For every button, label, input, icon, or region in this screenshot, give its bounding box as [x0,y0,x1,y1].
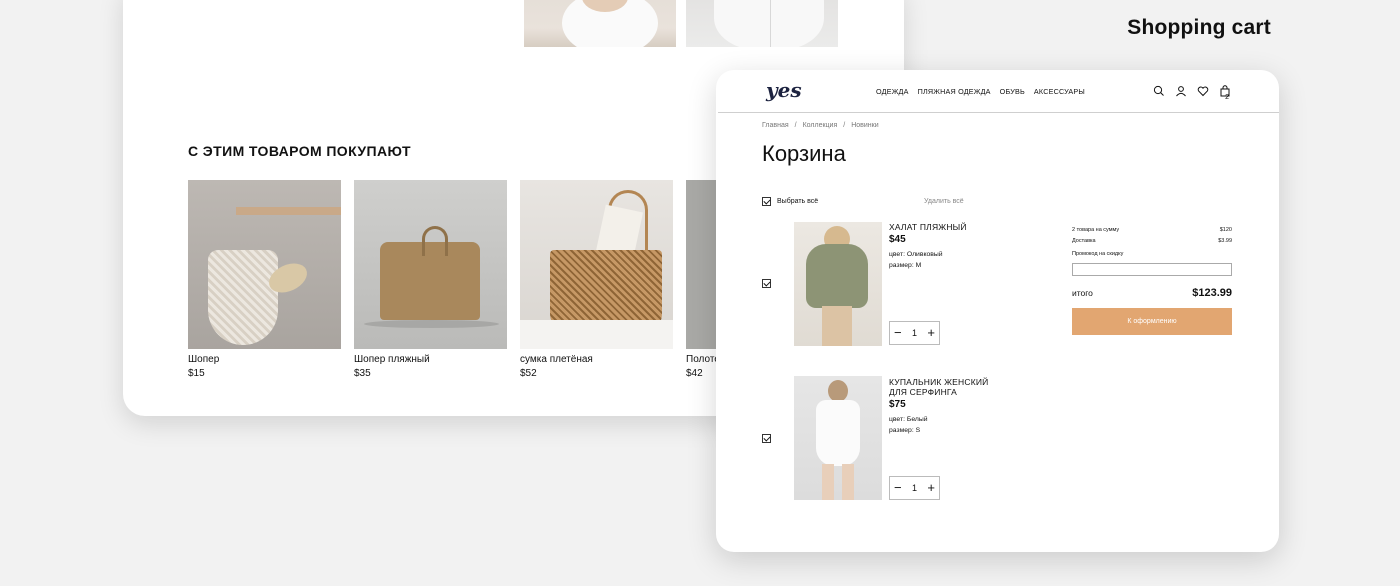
cart-count-badge: 2 [1225,94,1229,101]
heart-icon[interactable] [1196,84,1210,98]
select-all[interactable]: Выбрать всё [762,197,818,206]
item-checkbox[interactable] [762,279,771,288]
header-icons [1152,84,1232,98]
select-all-checkbox[interactable] [762,197,771,206]
cart-page-card: yes ОДЕЖДА ПЛЯЖНАЯ ОДЕЖДА ОБУВЬ АКСЕССУА… [716,70,1279,552]
user-icon[interactable] [1174,84,1188,98]
nav-item-clothing[interactable]: ОДЕЖДА [876,87,909,96]
item-size: размер: S [889,427,921,434]
select-all-label[interactable]: Выбрать всё [777,198,818,205]
main-nav: ОДЕЖДА ПЛЯЖНАЯ ОДЕЖДА ОБУВЬ АКСЕССУАРЫ [876,87,1085,96]
rec-item-wicker-bag[interactable]: сумка плетёная $52 [520,180,673,379]
page-heading: Shopping cart [1127,16,1271,39]
checkout-button[interactable]: К оформлению [1072,307,1232,335]
item-checkbox[interactable] [762,434,771,443]
quantity-value: 1 [911,328,917,338]
rec-image[interactable] [188,180,341,349]
item-name[interactable]: КУПАЛЬНИК ЖЕНСКИЙ ДЛЯ СЕРФИНГА [889,377,1009,397]
nav-item-beachwear[interactable]: ПЛЯЖНАЯ ОДЕЖДА [918,87,991,96]
item-price: $75 [889,399,906,410]
promo-label: Промокод на скидку [1072,251,1124,257]
rec-price: $15 [188,368,205,379]
product-photo-2[interactable] [686,0,838,47]
breadcrumb-home[interactable]: Главная [762,122,789,129]
items-total-value: $120 [1219,227,1232,233]
search-icon[interactable] [1152,84,1166,98]
cart-item-info: КУПАЛЬНИК ЖЕНСКИЙ ДЛЯ СЕРФИНГА $75 цвет:… [889,377,1009,434]
rec-image[interactable] [354,180,507,349]
rec-image[interactable] [520,180,673,349]
rec-item-beach-shopper[interactable]: Шопер пляжный $35 [354,180,507,379]
breadcrumb-separator: / [843,122,846,129]
delivery-row: Доставка $3.99 [1072,238,1232,244]
total-row: итого $123.99 [1072,287,1232,299]
rec-price: $35 [354,368,371,379]
order-summary: 2 товара на сумму $120 Доставка $3.99 Пр… [1072,227,1232,335]
increment-button[interactable]: + [927,481,935,494]
page-title: Корзина [762,141,846,166]
items-total-row: 2 товара на сумму $120 [1072,227,1232,233]
breadcrumb-collection[interactable]: Коллекция [803,122,838,129]
delete-all-button[interactable]: Удалить всё [924,198,964,205]
nav-item-shoes[interactable]: ОБУВЬ [1000,87,1025,96]
total-value: $123.99 [1192,286,1232,299]
rec-item-shopper[interactable]: Шопер $15 [188,180,341,379]
quantity-value: 1 [911,483,917,493]
items-total-label: 2 товара на сумму [1072,227,1120,233]
cart-item-image[interactable] [794,222,882,346]
promo-code-input[interactable] [1072,262,1232,276]
rec-name[interactable]: сумка плетёная [520,354,673,365]
cart-item-image[interactable] [794,376,882,500]
rec-price: $52 [520,368,537,379]
item-size: размер: M [889,262,922,269]
rec-name[interactable]: Шопер [188,354,341,365]
breadcrumb-separator: / [794,122,797,129]
item-color: цвет: Белый [889,416,928,423]
decrement-button[interactable]: − [894,326,902,339]
product-photo-1[interactable] [524,0,676,47]
item-name[interactable]: ХАЛАТ ПЛЯЖНЫЙ [889,222,1009,232]
decrement-button[interactable]: − [894,481,902,494]
delivery-label: Доставка [1072,238,1096,244]
nav-item-accessories[interactable]: АКСЕССУАРЫ [1034,87,1085,96]
item-price: $45 [889,234,906,245]
increment-button[interactable]: + [927,326,935,339]
total-label: итого [1072,287,1093,298]
breadcrumb: Главная / Коллекция / Новинки [762,122,879,129]
quantity-stepper[interactable]: − 1 + [889,321,940,345]
item-color: цвет: Оливковый [889,251,943,258]
quantity-stepper[interactable]: − 1 + [889,476,940,500]
rec-name[interactable]: Шопер пляжный [354,354,507,365]
breadcrumb-new[interactable]: Новинки [851,122,878,129]
header-divider [718,112,1279,113]
cart-item-info: ХАЛАТ ПЛЯЖНЫЙ $45 цвет: Оливковый размер… [889,222,1009,269]
store-logo[interactable]: yes [766,78,802,102]
recommendations-title: С ЭТИМ ТОВАРОМ ПОКУПАЮТ [188,143,411,159]
delivery-value: $3.99 [1218,238,1232,244]
